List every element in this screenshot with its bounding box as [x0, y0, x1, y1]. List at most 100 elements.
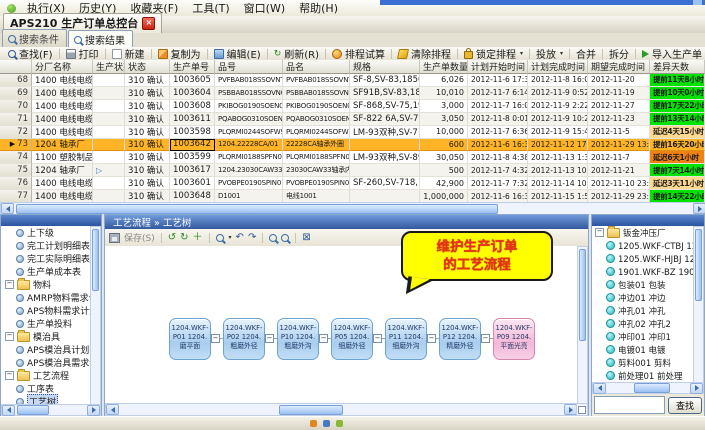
fit-view-icon[interactable]: ⊠: [302, 233, 310, 243]
column-header-7[interactable]: 规格: [350, 60, 420, 74]
toolbar-button-2[interactable]: 打印: [62, 46, 103, 61]
tree-item[interactable]: APS模治具需求计划: [2, 356, 92, 369]
tree-item[interactable]: 冲孔01 冲孔: [592, 304, 695, 317]
collapse-icon[interactable]: −: [5, 332, 14, 341]
process-node[interactable]: 1204.WKF-P01 1204.磨平面: [169, 318, 211, 360]
connector-collapse-icon[interactable]: −: [265, 334, 274, 343]
toolbar-button-11[interactable]: 合并: [572, 46, 600, 61]
tree-item[interactable]: 电镀01 电镀: [592, 343, 695, 356]
tree-item[interactable]: 前处理01 前处理: [592, 369, 695, 382]
process-node[interactable]: 1204.WKF-P10 1204.粗磨外沟: [277, 318, 319, 360]
collapse-icon[interactable]: −: [5, 280, 14, 289]
connector-collapse-icon[interactable]: −: [319, 334, 328, 343]
table-row[interactable]: 761400 电线电缆厂310 确认1003601PVOBPE0190SPIN0…: [0, 177, 705, 190]
flow-overview-toggle[interactable]: [576, 403, 588, 416]
table-row[interactable]: ▶731204 轴承厂310 确认10036421204.22228CA/012…: [0, 139, 705, 152]
column-header-2[interactable]: 生产状态: [93, 60, 125, 74]
tree-item[interactable]: 1901.WKF-BZ 1901.包装: [592, 265, 695, 278]
toolbar-button-4[interactable]: 复制为: [154, 46, 205, 61]
zoom-in-icon[interactable]: [269, 234, 277, 242]
scroll-left-icon[interactable]: [106, 404, 119, 415]
connector-collapse-icon[interactable]: −: [211, 334, 220, 343]
process-node[interactable]: 1204.WKF-P09 1204.平面光亮: [493, 318, 535, 360]
collapse-icon[interactable]: −: [5, 371, 14, 380]
zoom-out-icon[interactable]: [281, 234, 289, 242]
column-header-11[interactable]: 期望完成时间: [588, 60, 650, 74]
table-row[interactable]: 741100 塑胶制品厂310 确认1003599PLQRMI0188SPFN0…: [0, 151, 705, 164]
toolbar-button-1[interactable]: 查找(F): [4, 46, 57, 61]
scroll-thumb[interactable]: [17, 405, 49, 415]
scroll-thumb[interactable]: [634, 383, 670, 393]
scroll-thumb[interactable]: [92, 229, 99, 291]
tree-item[interactable]: 剪料001 剪料: [592, 356, 695, 369]
toolbar-button-5[interactable]: 编辑(E): [210, 46, 265, 61]
scroll-left-icon[interactable]: [1, 203, 14, 214]
menu-item-W[interactable]: 窗口(W): [237, 0, 292, 17]
tab-search-condition[interactable]: 搜索条件: [2, 29, 67, 47]
scroll-left-icon[interactable]: [593, 383, 606, 394]
tree-item[interactable]: 包装01 包装: [592, 278, 695, 291]
tree-item[interactable]: −模治具: [2, 330, 92, 343]
menu-item-T[interactable]: 工具(T): [185, 0, 236, 17]
add-node-icon[interactable]: ＋: [193, 233, 203, 243]
connector-collapse-icon[interactable]: −: [481, 334, 490, 343]
left-tree-vertical-scrollbar[interactable]: [90, 226, 101, 406]
tree-item[interactable]: 生产单成本表: [2, 265, 92, 278]
tree-item[interactable]: APS物料需求计划明: [2, 304, 92, 317]
redo-icon[interactable]: ↷: [248, 233, 256, 243]
column-header-10[interactable]: 计划完成时间▲: [528, 60, 588, 74]
scroll-thumb[interactable]: [695, 229, 702, 301]
workcenter-search-button[interactable]: 查找: [668, 397, 702, 414]
toolbar-button-6[interactable]: ↻刷新(R): [270, 46, 323, 61]
undo-icon[interactable]: ↶: [236, 233, 244, 243]
tree-item[interactable]: APS模治具计划明细: [2, 343, 92, 356]
scroll-right-icon[interactable]: [87, 405, 100, 416]
close-icon[interactable]: ×: [142, 17, 155, 30]
save-icon[interactable]: [109, 233, 120, 243]
toolbar-button-12[interactable]: 拆分: [605, 46, 633, 61]
table-row[interactable]: 751204 轴承厂▷310 确认10036171204.23030CAW33/…: [0, 164, 705, 177]
tree-item[interactable]: 完工实际明细表: [2, 252, 92, 265]
tree-item[interactable]: −物料: [2, 278, 92, 291]
window-button[interactable]: [693, 0, 702, 5]
scroll-thumb[interactable]: [16, 204, 498, 214]
process-node[interactable]: 1204.WKF-P12 1204.精磨外径: [439, 318, 481, 360]
toolbar-button-3[interactable]: 新建: [108, 46, 149, 61]
collapse-icon[interactable]: −: [595, 228, 604, 237]
column-header-gutter[interactable]: [0, 60, 32, 74]
dropdown-arrow-icon[interactable]: ▾: [520, 50, 523, 57]
right-tree-vertical-scrollbar[interactable]: [693, 226, 704, 388]
column-header-1[interactable]: 分厂名称: [32, 60, 93, 74]
process-node[interactable]: 1204.WKF-P05 1204.细磨外径: [331, 318, 373, 360]
tree-item[interactable]: 完工计划明细表: [2, 239, 92, 252]
zoom-select-icon[interactable]: [216, 234, 224, 242]
tree-item[interactable]: 冲孔02 冲孔2: [592, 317, 695, 330]
table-row[interactable]: 681400 电线电缆厂310 确认1003605PVFBAB018SSOVNT…: [0, 74, 705, 87]
tree-item[interactable]: 生产单投料: [2, 317, 92, 330]
left-tree-horizontal-scrollbar[interactable]: [1, 404, 101, 416]
column-header-9[interactable]: 计划开始时间: [468, 60, 528, 74]
scroll-left-icon[interactable]: [2, 405, 15, 416]
flow-horizontal-scrollbar[interactable]: [105, 403, 578, 416]
scroll-thumb[interactable]: [579, 249, 586, 341]
toolbar-button-10[interactable]: 投放▾: [532, 46, 567, 61]
column-header-8[interactable]: 生产单数量: [420, 60, 468, 74]
save-button[interactable]: 保存(S): [124, 231, 155, 244]
tree-item[interactable]: −工艺流程: [2, 369, 92, 382]
rotate-right-icon[interactable]: ↻: [180, 233, 188, 243]
toolbar-button-8[interactable]: 清除排程: [394, 46, 455, 61]
tree-item[interactable]: 1205.WKF-CTBJ 1205.钣金冲: [592, 239, 695, 252]
column-header-6[interactable]: 品名: [283, 60, 350, 74]
scroll-right-icon[interactable]: [690, 383, 703, 394]
tree-item[interactable]: 1205.WKF-HJBJ 1205.钣金焊: [592, 252, 695, 265]
dropdown-arrow-icon[interactable]: ▾: [560, 50, 563, 57]
connector-collapse-icon[interactable]: −: [373, 334, 382, 343]
rotate-left-icon[interactable]: ↺: [168, 233, 176, 243]
flow-vertical-scrollbar[interactable]: [577, 246, 588, 405]
tree-item[interactable]: 冲边01 冲边: [592, 291, 695, 304]
workcenter-search-input[interactable]: [594, 396, 665, 414]
column-header-3[interactable]: 状态: [125, 60, 170, 74]
toolbar-button-13[interactable]: 导入生产单: [638, 46, 705, 61]
column-header-4[interactable]: 生产单号: [170, 60, 215, 74]
scroll-right-icon[interactable]: [693, 203, 705, 214]
